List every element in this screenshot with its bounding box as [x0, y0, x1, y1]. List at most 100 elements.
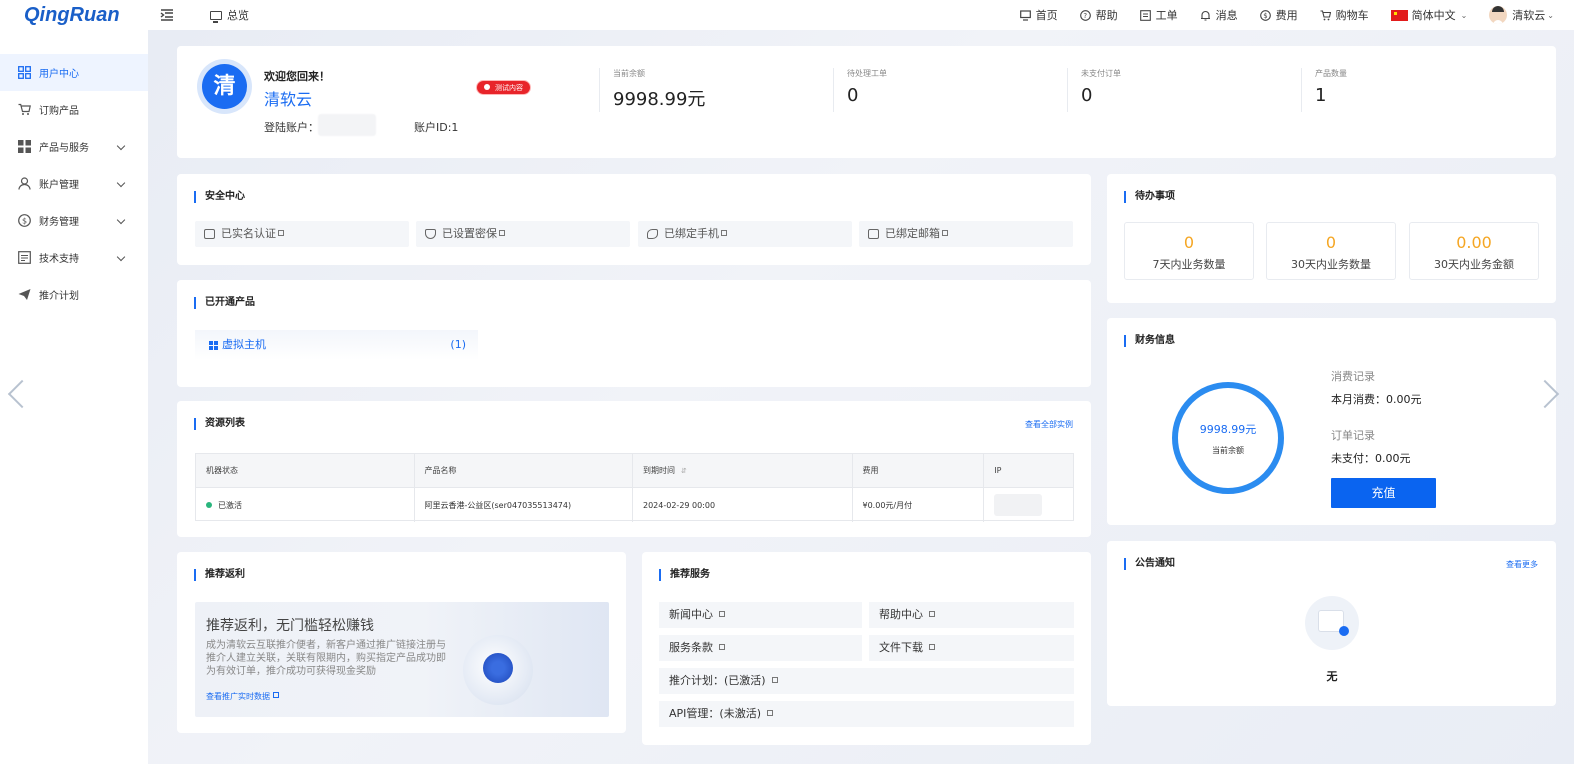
sidebar-item-label: 产品与服务 — [39, 143, 89, 154]
grid-icon — [209, 341, 218, 350]
help-icon: ? — [1079, 9, 1091, 21]
card-title: 已开通产品 — [194, 297, 255, 309]
stat-value: 1 — [1315, 85, 1327, 106]
todo-item-30day-amount[interactable]: 0.00 30天内业务金额 — [1409, 222, 1539, 280]
stat-pending-tickets[interactable]: 待处理工单 0 — [833, 68, 1067, 112]
service-terms[interactable]: 服务条款 — [659, 635, 862, 661]
resource-table: 机器状态 产品名称 到期时间 ⇵ 费用 IP 已激活 阿里云香港-公益区(ser0… — [195, 453, 1074, 522]
sidebar-item-user-center[interactable]: 用户中心 — [0, 54, 148, 91]
ip-value — [994, 494, 1043, 516]
stat-value: 0 — [1081, 85, 1093, 106]
external-link-icon — [929, 644, 935, 650]
cell-status: 已激活 — [196, 488, 415, 522]
card-title: 财务信息 — [1124, 335, 1175, 347]
document-icon — [18, 251, 31, 264]
security-item-question[interactable]: 已设置密保 — [416, 221, 630, 247]
external-link-icon — [278, 230, 284, 236]
referral-headline: 推荐返利，无门槛轻松赚钱 — [206, 618, 374, 634]
logo[interactable]: QingRuan — [24, 4, 160, 27]
cell-fee: ¥0.00元/月付 — [853, 488, 985, 522]
order-record-label[interactable]: 订单记录 — [1331, 427, 1375, 443]
sidebar-item-referral[interactable]: 推介计划 — [0, 276, 148, 313]
avatar: 清 — [197, 59, 252, 114]
login-account-value — [318, 114, 376, 136]
recharge-button[interactable]: 充值 — [1331, 478, 1436, 508]
todo-card: 待办事项 0 7天内业务数量 0 30天内业务数量 0.00 30天内业务金额 — [1107, 174, 1556, 303]
service-label: 文件下载 — [879, 641, 923, 654]
balance-label: 当前余额 — [1212, 446, 1244, 455]
cart-icon — [1320, 9, 1331, 20]
sidebar-item-label: 用户中心 — [39, 69, 79, 80]
monitor-icon — [210, 10, 222, 23]
overview-link[interactable]: 总览 — [210, 7, 249, 23]
security-item-phone[interactable]: 已绑定手机 — [638, 221, 852, 247]
service-referral-plan[interactable]: 推介计划：(已激活) — [659, 668, 1074, 694]
nav-ticket[interactable]: 工单 — [1139, 7, 1178, 23]
cell-product: 阿里云香港-公益区(ser047035513474) — [415, 488, 633, 522]
external-link-icon — [767, 710, 773, 716]
account-id: 账户ID:1 — [414, 121, 459, 134]
shield-icon — [425, 229, 436, 239]
avatar-char: 清 — [202, 64, 247, 109]
sort-icon[interactable]: ⇵ — [681, 467, 687, 475]
nav-home-label: 首页 — [1035, 9, 1058, 22]
nav-message[interactable]: 消息 — [1200, 7, 1238, 23]
nav-help[interactable]: ? 帮助 — [1079, 7, 1118, 23]
referral-banner: 推荐返利，无门槛轻松赚钱 成为清软云互联推介便者，新客户通过推广链接注册与推介人… — [195, 602, 609, 717]
card-title: 公告通知 — [1124, 558, 1175, 570]
sidebar-item-support[interactable]: 技术支持 — [0, 239, 148, 276]
svg-text:$: $ — [22, 217, 27, 226]
security-card: 安全中心 已实名认证 已设置密保 已绑定手机 已绑定邮箱 — [177, 174, 1091, 265]
table-header: 机器状态 产品名称 到期时间 ⇵ 费用 IP — [196, 454, 1073, 488]
language-select[interactable]: 简体中文 ⌄ — [1390, 7, 1467, 23]
service-api[interactable]: API管理：(未激活) — [659, 701, 1074, 727]
stat-balance[interactable]: 当前余额 9998.99元 — [599, 68, 833, 112]
column-header: IP — [994, 466, 1002, 475]
product-item[interactable]: 虚拟主机 (1) — [195, 330, 478, 360]
dashboard-icon — [18, 66, 31, 79]
external-link-icon — [942, 230, 948, 236]
service-download[interactable]: 文件下载 — [869, 635, 1074, 661]
welcome-card: 清 欢迎您回来！ 清软云 测试内容 登陆账户： 账户ID:1 当前余额 9998… — [177, 46, 1556, 158]
menu-collapse-icon[interactable] — [160, 9, 174, 21]
todo-label: 7天内业务数量 — [1152, 258, 1226, 271]
column-header-label: 到期时间 — [643, 466, 675, 475]
top-nav: 首页 ? 帮助 工单 消息 $ 费用 购物车 简体中文 ⌄ 清软云 ⌄ — [998, 0, 1574, 30]
todo-item-30day-count[interactable]: 0 30天内业务数量 — [1266, 222, 1396, 280]
referral-data-link[interactable]: 查看推广实时数据 — [206, 691, 279, 702]
nav-fee[interactable]: $ 费用 — [1259, 7, 1298, 23]
cell-expire: 2024-02-29 00:00 — [633, 488, 853, 522]
security-item-realname[interactable]: 已实名认证 — [195, 221, 409, 247]
service-news[interactable]: 新闻中心 — [659, 602, 862, 628]
sidebar-item-order[interactable]: 订购产品 — [0, 91, 148, 128]
sidebar-item-account[interactable]: 账户管理 — [0, 165, 148, 202]
empty-text: 无 — [1326, 670, 1338, 683]
language-label: 简体中文 — [1411, 9, 1456, 22]
column-header: 费用 — [853, 454, 985, 487]
status-badge: 测试内容 — [476, 80, 531, 95]
dollar-icon: $ — [1259, 9, 1271, 21]
user-name: 清软云 — [264, 90, 313, 109]
view-more-link[interactable]: 查看更多 — [1506, 559, 1538, 570]
security-item-email[interactable]: 已绑定邮箱 — [859, 221, 1073, 247]
stat-product-count[interactable]: 产品数量 1 — [1301, 68, 1535, 112]
user-name: 清软云 — [1512, 9, 1546, 22]
nav-cart[interactable]: 购物车 — [1320, 7, 1369, 23]
grid-icon — [18, 140, 31, 153]
view-all-instances-link[interactable]: 查看全部实例 — [1025, 419, 1073, 430]
todo-item-7day-count[interactable]: 0 7天内业务数量 — [1124, 222, 1254, 280]
service-help[interactable]: 帮助中心 — [869, 602, 1074, 628]
table-row[interactable]: 已激活 阿里云香港-公益区(ser047035513474) 2024-02-2… — [196, 488, 1073, 522]
card-title: 推荐返利 — [194, 569, 245, 581]
sidebar-item-finance[interactable]: $ 财务管理 — [0, 202, 148, 239]
stat-unpaid-orders[interactable]: 未支付订单 0 — [1067, 68, 1301, 112]
nav-fee-label: 费用 — [1275, 9, 1298, 22]
dollar-icon: $ — [18, 214, 31, 227]
column-header-expire[interactable]: 到期时间 ⇵ — [633, 454, 853, 487]
security-item-label: 已设置密保 — [442, 227, 497, 240]
consume-record-label[interactable]: 消费记录 — [1331, 368, 1375, 384]
sidebar-item-products[interactable]: 产品与服务 — [0, 128, 148, 165]
user-menu[interactable]: 清软云 ⌄ — [1489, 6, 1554, 24]
stat-value: 9998.99元 — [613, 89, 706, 110]
nav-home[interactable]: 首页 — [1019, 7, 1058, 23]
